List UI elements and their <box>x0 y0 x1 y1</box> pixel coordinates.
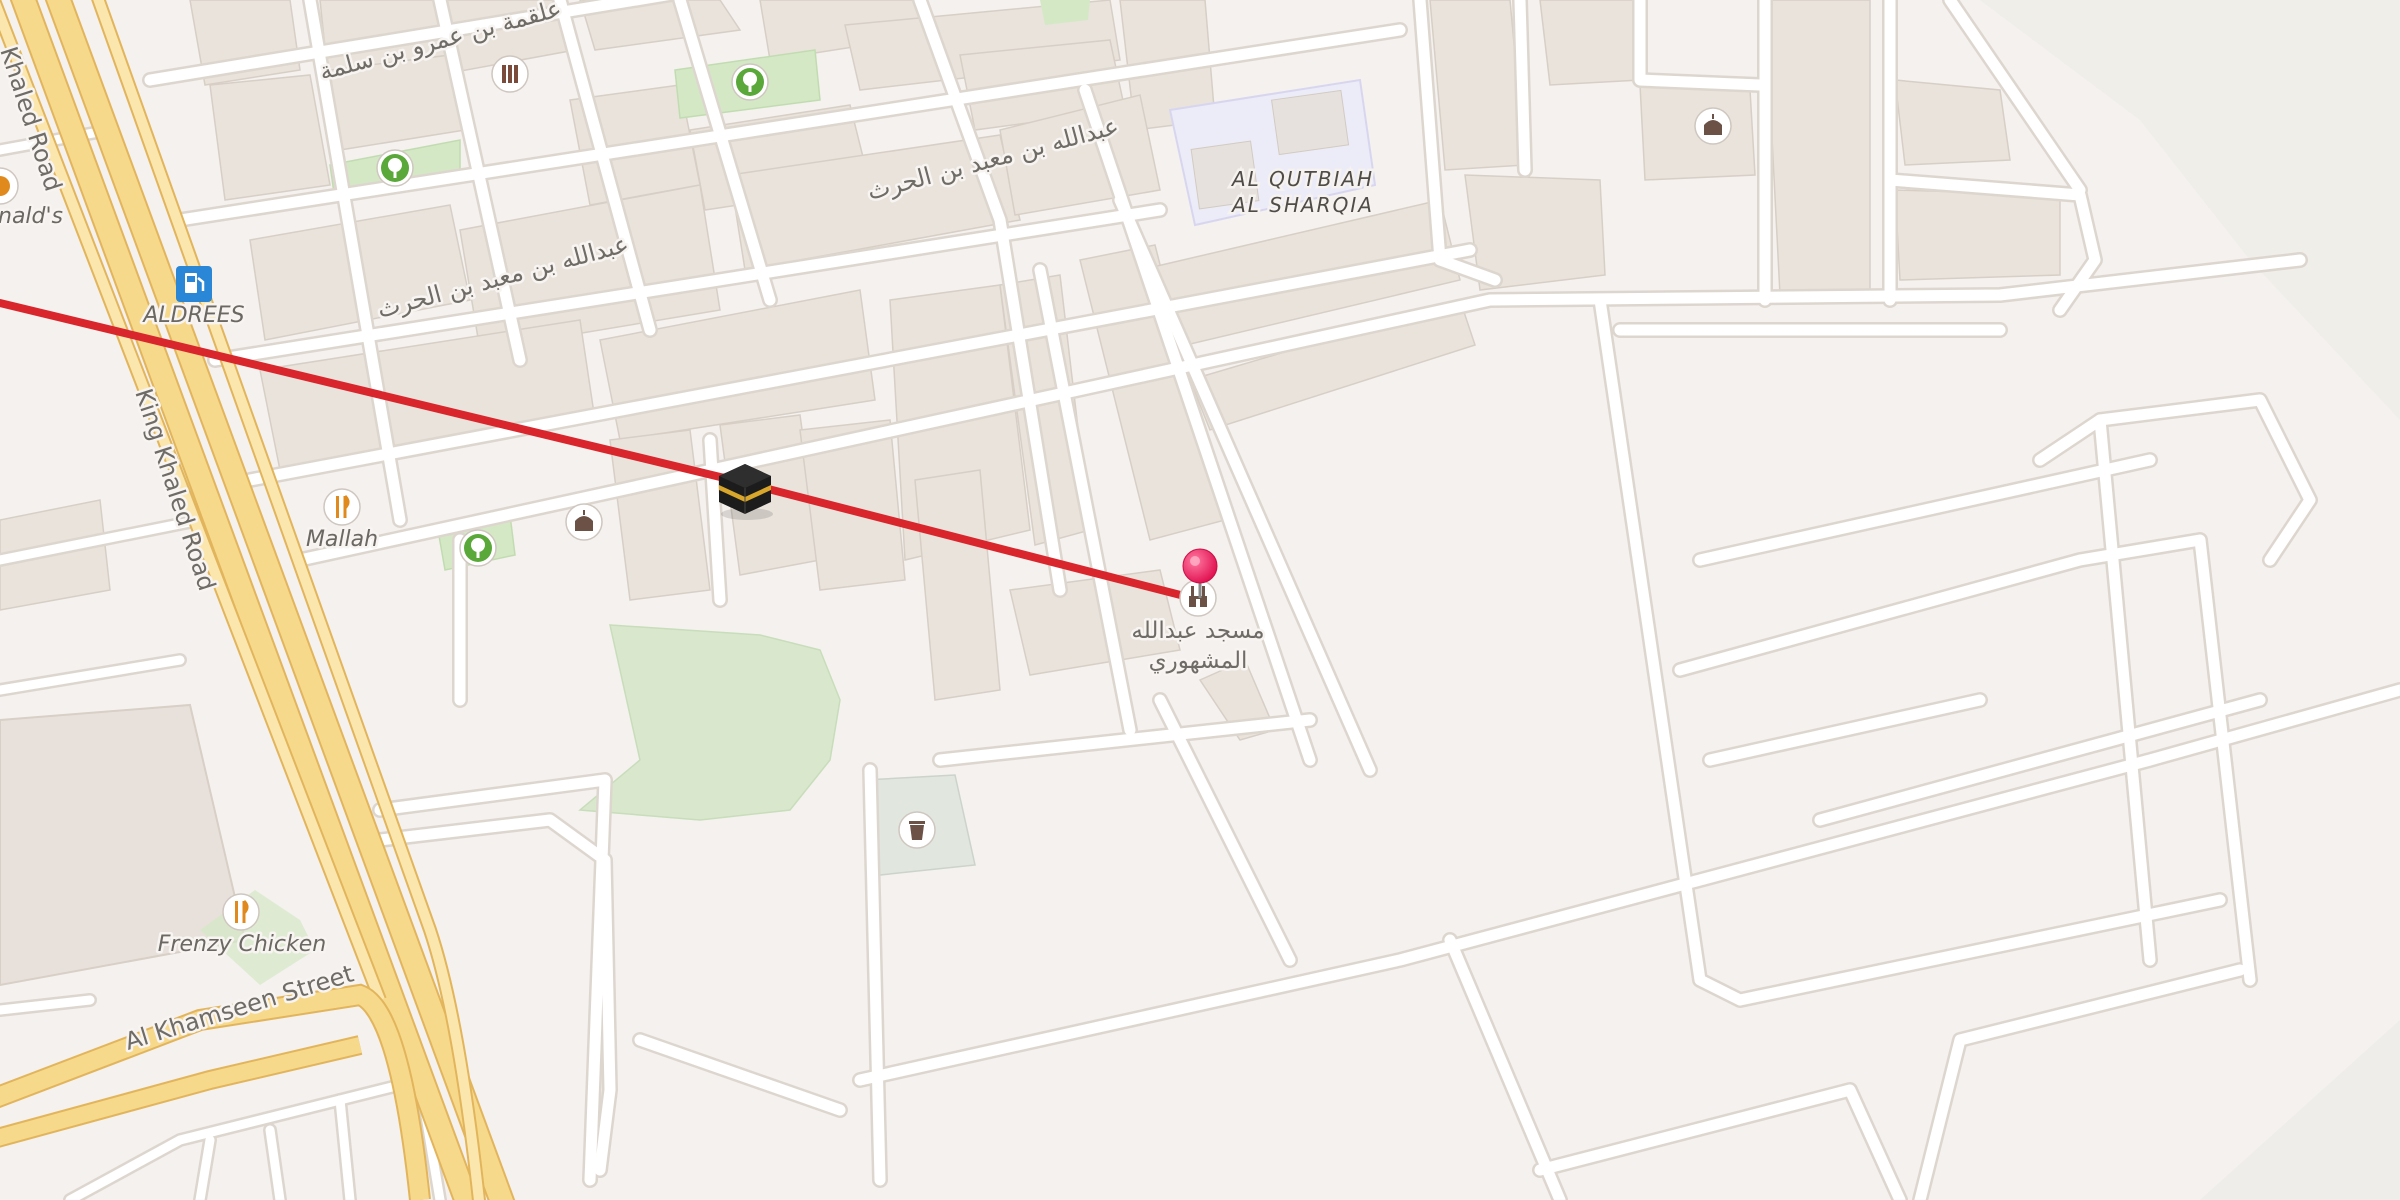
poi-label-mosque-line2: المشهوري <box>1149 648 1248 674</box>
poi-label-mosque-line1: مسجد عبدالله <box>1131 618 1264 644</box>
mosque-icon[interactable] <box>1694 107 1732 145</box>
district-label-line1: AL QUTBIAH <box>1230 167 1374 191</box>
tree-icon[interactable] <box>731 63 769 101</box>
map-canvas[interactable]: King Khaled Road Khaled Road Al Khamseen… <box>0 0 2400 1200</box>
district-label-line2: AL SHARQIA <box>1230 193 1374 217</box>
tree-icon[interactable] <box>459 529 497 567</box>
mosque-icon[interactable] <box>565 503 603 541</box>
poi-label-aldrees: ALDREES <box>141 303 244 328</box>
restaurant-icon[interactable] <box>222 893 260 931</box>
poi-label-mallah: Mallah <box>306 527 378 552</box>
fuel-pump-icon[interactable] <box>176 266 212 302</box>
restaurant-icon[interactable] <box>323 488 361 526</box>
library-icon[interactable] <box>491 55 529 93</box>
waste-icon[interactable] <box>898 811 936 849</box>
mosque-icon[interactable] <box>1179 579 1217 617</box>
poi-label-mcdonalds: nald's <box>0 204 63 229</box>
tree-icon[interactable] <box>376 149 414 187</box>
poi-label-frenzy-chicken: Frenzy Chicken <box>158 932 326 957</box>
